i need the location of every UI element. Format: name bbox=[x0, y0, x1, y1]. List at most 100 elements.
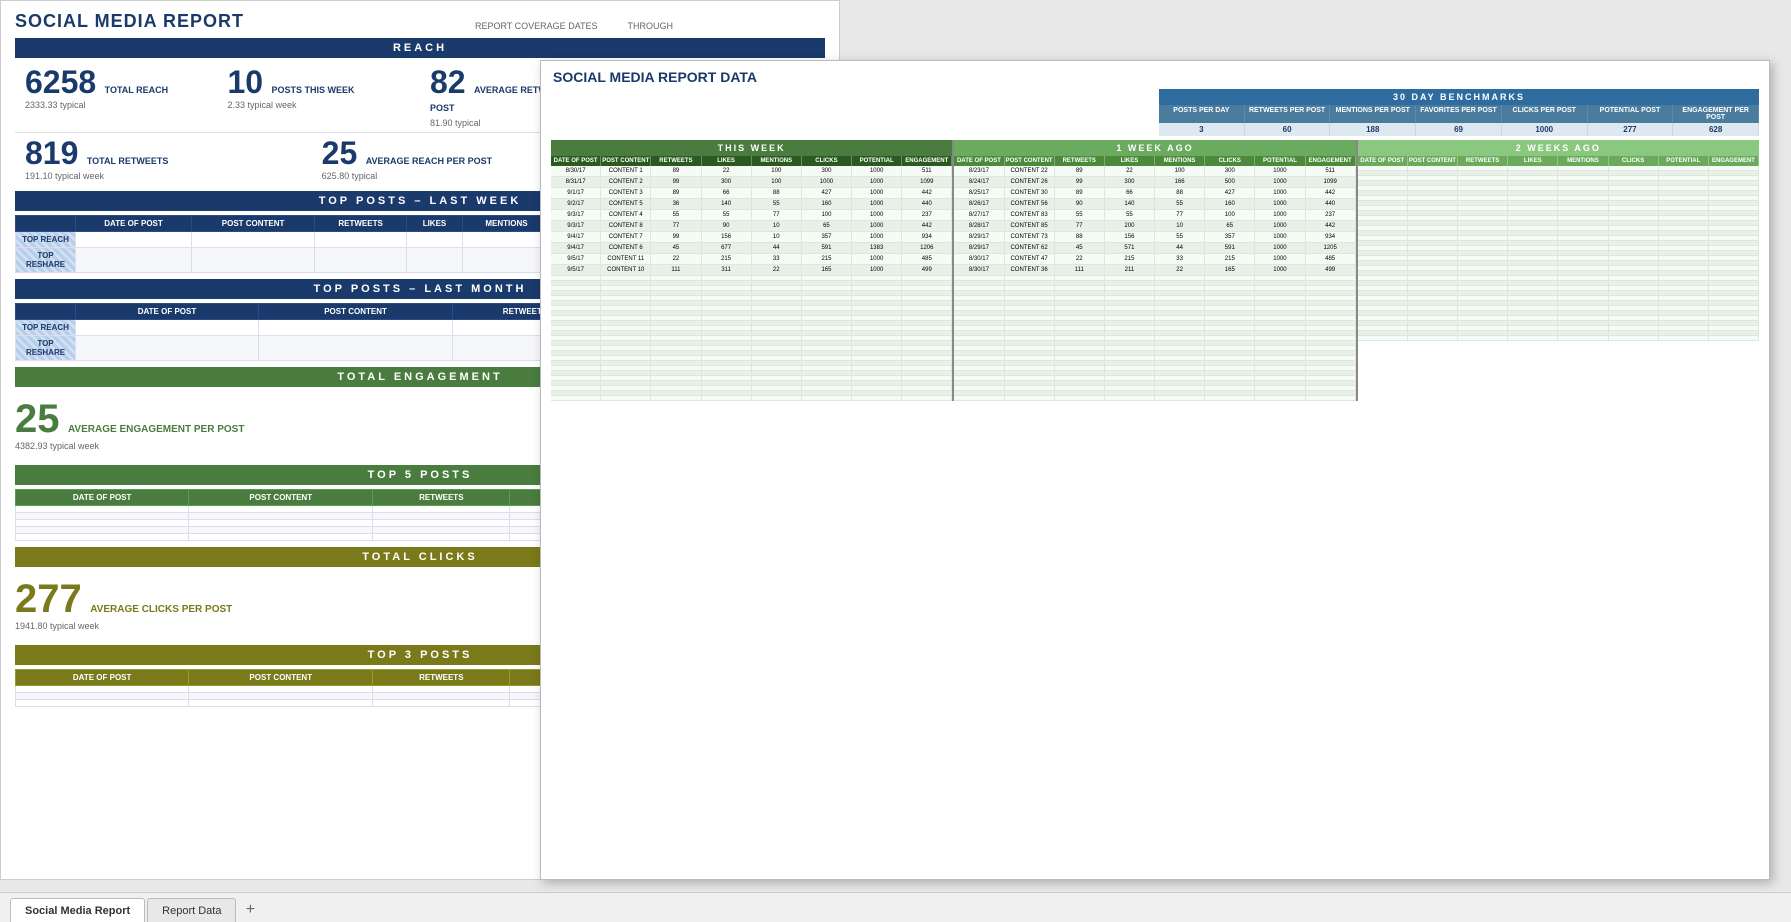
bench-col-potential: POTENTIAL POST bbox=[1588, 105, 1674, 123]
table-row: 1000 bbox=[852, 254, 902, 265]
list-item bbox=[551, 396, 952, 401]
one-week-ago-section: 1 WEEK AGO DATE OF POST POST CONTENT RET… bbox=[954, 140, 1357, 401]
table-row: 1000 bbox=[1255, 177, 1305, 188]
list-item: 9/1/17CONTENT 38966884271000442 bbox=[551, 188, 952, 199]
table-row: 55 bbox=[1155, 199, 1205, 210]
avg-engagement-label: AVERAGE ENGAGEMENT PER POST bbox=[68, 424, 245, 435]
table-row: CONTENT 3 bbox=[601, 188, 651, 199]
table-row: CONTENT 26 bbox=[1005, 177, 1055, 188]
table-row: CONTENT 7 bbox=[601, 232, 651, 243]
report-title: SOCIAL MEDIA REPORT bbox=[15, 11, 825, 32]
table-row: 8/23/17 bbox=[954, 166, 1004, 177]
table-row: 156 bbox=[702, 232, 752, 243]
table-row: 1000 bbox=[852, 199, 902, 210]
table-row bbox=[1105, 396, 1155, 401]
tm-col-label bbox=[16, 304, 76, 320]
table-row: 1000 bbox=[1255, 166, 1305, 177]
avg-reach-value: 25 bbox=[322, 135, 358, 171]
table-row: 140 bbox=[1105, 199, 1155, 210]
list-item: 9/4/17CONTENT 6456774459113831206 bbox=[551, 243, 952, 254]
benchmark-values: 3 60 188 69 1000 277 628 bbox=[1159, 123, 1759, 136]
table-row: 1000 bbox=[852, 210, 902, 221]
table-row: 22 bbox=[752, 265, 802, 276]
table-row: 591 bbox=[1205, 243, 1255, 254]
table-row: 500 bbox=[1205, 177, 1255, 188]
total-reach-block: 6258 TOTAL REACH 2333.33 typical bbox=[15, 62, 218, 132]
table-row: 9/4/17 bbox=[551, 232, 601, 243]
table-row: 9/5/17 bbox=[551, 265, 601, 276]
tw-col-content: POST CONTENT bbox=[192, 216, 315, 232]
tw-col-mentions: MENTIONS bbox=[462, 216, 550, 232]
tab-report-data[interactable]: Report Data bbox=[147, 898, 236, 922]
table-row: 100 bbox=[752, 177, 802, 188]
tw-likes-col: LIKES bbox=[702, 156, 752, 166]
table-row: 1000 bbox=[1255, 254, 1305, 265]
two-week-header: 2 WEEKS AGO bbox=[1358, 140, 1759, 156]
table-row: 8/30/17 bbox=[551, 166, 601, 177]
table-row: 1206 bbox=[902, 243, 952, 254]
table-row: 8/25/17 bbox=[954, 188, 1004, 199]
table-row: 215 bbox=[1205, 254, 1255, 265]
avg-clicks-label: AVERAGE CLICKS PER POST bbox=[90, 604, 232, 615]
tw-engagement-col: ENGAGEMENT bbox=[902, 156, 952, 166]
total-reach-typical: 2333.33 typical bbox=[25, 100, 208, 110]
bench-val-favorites: 69 bbox=[1416, 123, 1502, 136]
t5-col-date: DATE OF POST bbox=[16, 490, 189, 506]
bench-col-engagement: ENGAGEMENT PER POST bbox=[1673, 105, 1759, 123]
avg-reach-label: AVERAGE REACH PER POST bbox=[366, 156, 492, 166]
table-row: 357 bbox=[802, 232, 852, 243]
list-item: 9/3/17CONTENT 45555771001000237 bbox=[551, 210, 952, 221]
table-row: 200 bbox=[1105, 221, 1155, 232]
table-row bbox=[651, 396, 701, 401]
table-row: 215 bbox=[1105, 254, 1155, 265]
avg-reach-typical: 625.80 typical bbox=[322, 171, 519, 181]
benchmarks-container: 30 DAY BENCHMARKS POSTS PER DAY RETWEETS… bbox=[551, 89, 1759, 136]
report-meta: REPORT COVERAGE DATES THROUGH bbox=[475, 21, 673, 31]
list-item: 8/25/17CONTENT 308966884271000442 bbox=[954, 188, 1355, 199]
tab-social-media-report[interactable]: Social Media Report bbox=[10, 898, 145, 922]
avg-clicks-value: 277 bbox=[15, 577, 82, 621]
table-row bbox=[1609, 336, 1659, 341]
table-row bbox=[1408, 336, 1458, 341]
table-row: CONTENT 47 bbox=[1005, 254, 1055, 265]
table-row: 156 bbox=[1105, 232, 1155, 243]
list-item: 8/30/17CONTENT 4722215332151000485 bbox=[954, 254, 1355, 265]
tm-col-date: DATE OF POST bbox=[76, 304, 259, 320]
benchmarks-right: 30 DAY BENCHMARKS POSTS PER DAY RETWEETS… bbox=[1159, 89, 1759, 136]
table-row: 55 bbox=[1055, 210, 1105, 221]
table-row: 77 bbox=[651, 221, 701, 232]
bench-val-engagement: 628 bbox=[1673, 123, 1759, 136]
table-row: 45 bbox=[651, 243, 701, 254]
table-row: 10 bbox=[752, 221, 802, 232]
table-row: 215 bbox=[802, 254, 852, 265]
bench-val-posts: 3 bbox=[1159, 123, 1245, 136]
table-row: 485 bbox=[902, 254, 952, 265]
table-row: 140 bbox=[702, 199, 752, 210]
table-row: 89 bbox=[651, 188, 701, 199]
through-label: THROUGH bbox=[628, 21, 674, 31]
table-row: 33 bbox=[752, 254, 802, 265]
tt-engagement-col: ENGAGEMENT bbox=[1709, 156, 1759, 166]
ow-mentions-col: MENTIONS bbox=[1155, 156, 1205, 166]
table-row: 8/28/17 bbox=[954, 221, 1004, 232]
two-week-rows bbox=[1358, 166, 1759, 341]
table-row: 1099 bbox=[902, 177, 952, 188]
table-row: CONTENT 73 bbox=[1005, 232, 1055, 243]
list-item: 8/23/17CONTENT 2289221003001000511 bbox=[954, 166, 1355, 177]
table-row: 77 bbox=[752, 210, 802, 221]
tab-add-button[interactable]: + bbox=[238, 898, 262, 922]
table-row: 934 bbox=[902, 232, 952, 243]
table-row: 100 bbox=[1155, 166, 1205, 177]
table-row: 22 bbox=[702, 166, 752, 177]
table-row bbox=[1709, 336, 1759, 341]
table-row bbox=[1508, 336, 1558, 341]
ow-potential-col: POTENTIAL bbox=[1255, 156, 1305, 166]
table-row: 300 bbox=[702, 177, 752, 188]
table-row: 1000 bbox=[1255, 243, 1305, 254]
table-row: 9/2/17 bbox=[551, 199, 601, 210]
table-row: 8/29/17 bbox=[954, 243, 1004, 254]
table-row: 89 bbox=[1055, 166, 1105, 177]
ow-likes-col: LIKES bbox=[1105, 156, 1155, 166]
table-row bbox=[1005, 396, 1055, 401]
total-retweets-typical: 191.10 typical week bbox=[25, 171, 222, 181]
